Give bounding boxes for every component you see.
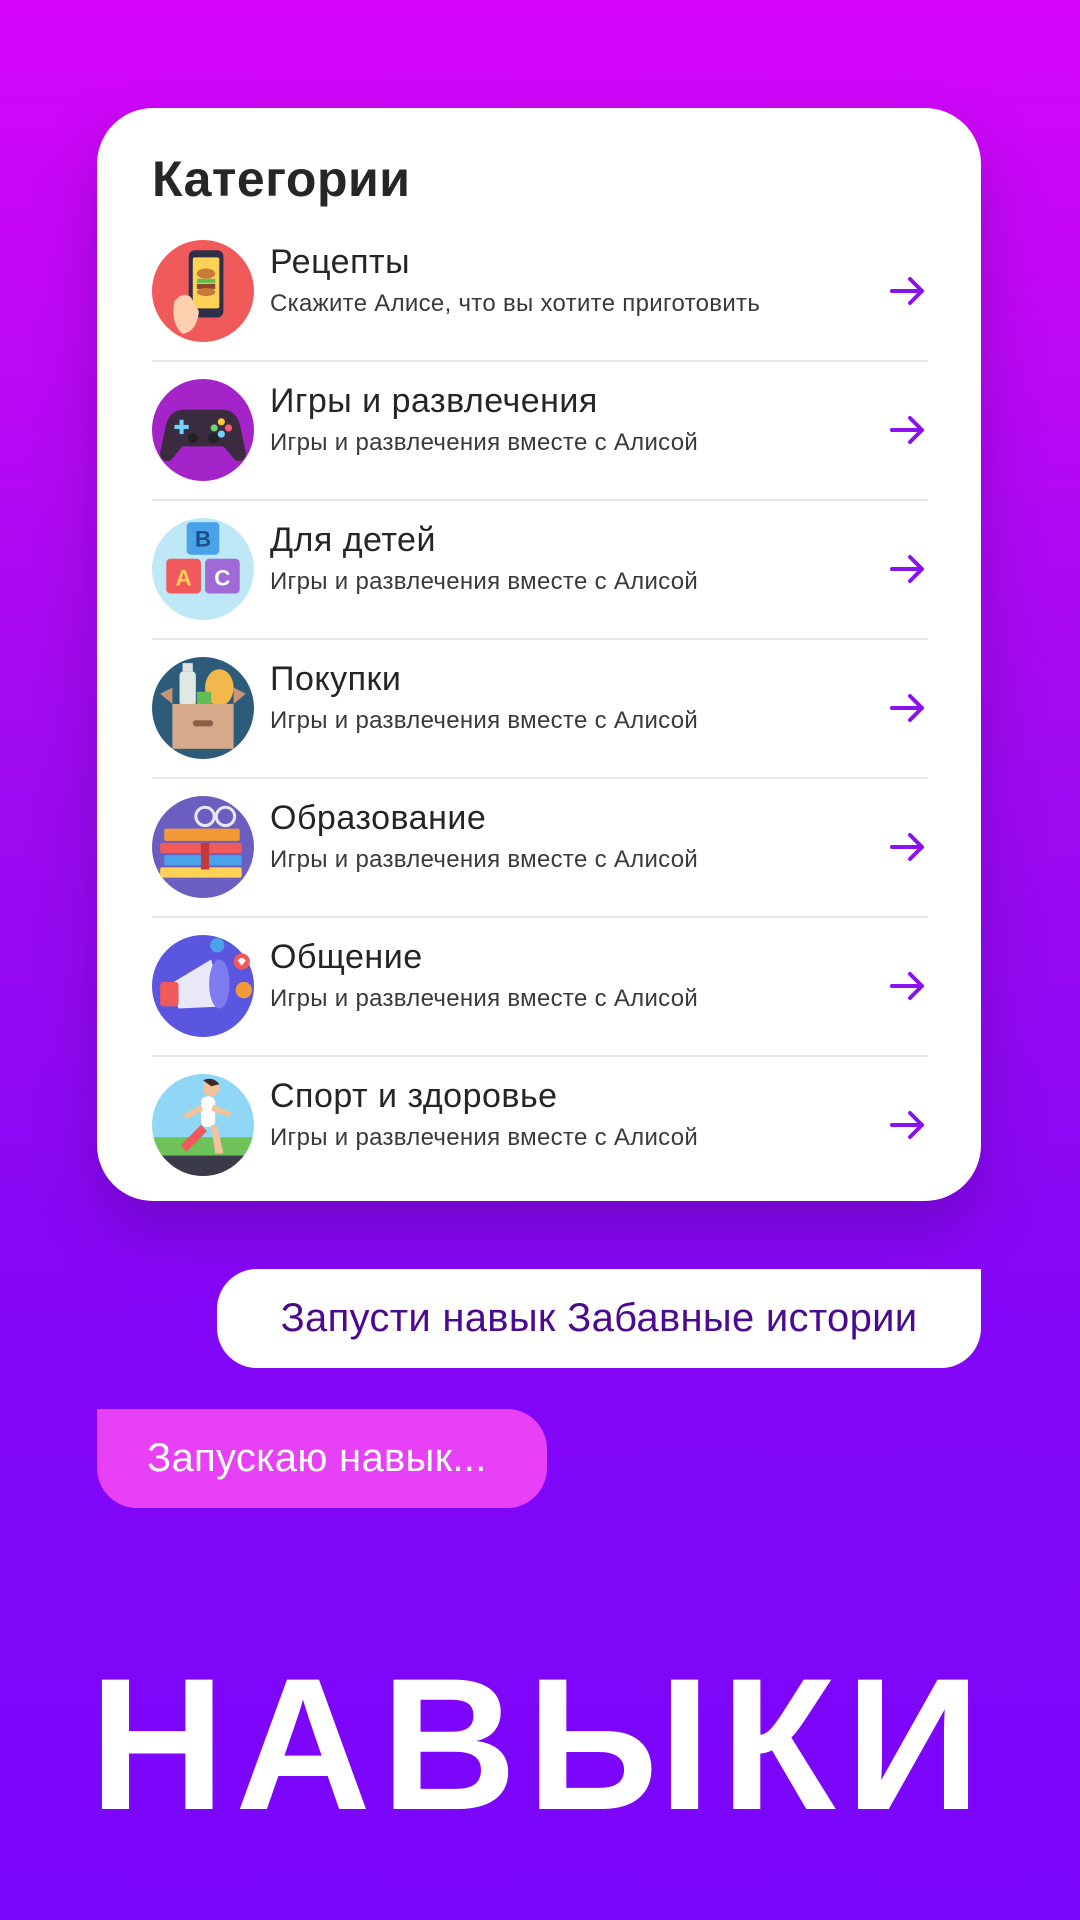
category-title: Рецепты — [270, 243, 411, 281]
arrow-right-icon[interactable] — [888, 966, 928, 1006]
category-item-shopping[interactable]: Покупки Игры и развлечения вместе с Алис… — [152, 640, 928, 779]
category-item-sport[interactable]: Спорт и здоровье Игры и развлечения вмес… — [152, 1057, 928, 1194]
arrow-right-icon[interactable] — [888, 410, 928, 450]
category-item-recipes[interactable]: Рецепты Скажите Алисе, что вы хотите при… — [152, 223, 928, 362]
shopping-box-icon — [152, 657, 254, 759]
categories-title: Категории — [152, 151, 411, 207]
category-title: Покупки — [270, 660, 402, 698]
assistant-reply-bubble: Запускаю навык... — [97, 1409, 547, 1508]
arrow-right-icon[interactable] — [888, 688, 928, 728]
category-item-communication[interactable]: Общение Игры и развлечения вместе с Алис… — [152, 918, 928, 1057]
category-subtitle: Игры и развлечения вместе с Алисой — [270, 568, 699, 595]
svg-text:C: C — [214, 565, 230, 590]
abc-blocks-icon: B A C — [152, 518, 254, 620]
arrow-right-icon[interactable] — [888, 549, 928, 589]
user-message-bubble: Запусти навык Забавные истории — [217, 1269, 981, 1368]
headline-skills: НАВЫКИ — [89, 1639, 991, 1849]
arrow-right-icon[interactable] — [888, 1105, 928, 1145]
categories-list: Рецепты Скажите Алисе, что вы хотите при… — [152, 223, 928, 1194]
category-subtitle: Игры и развлечения вместе с Алисой — [270, 707, 699, 734]
category-subtitle: Игры и развлечения вместе с Алисой — [270, 429, 699, 456]
arrow-right-icon[interactable] — [888, 827, 928, 867]
categories-card: Категории Рецепты Скажите Алисе, что вы … — [97, 108, 981, 1201]
category-item-kids[interactable]: B A C Для детей Игры и развлечения вмест… — [152, 501, 928, 640]
gamepad-icon — [152, 379, 254, 481]
category-title: Спорт и здоровье — [270, 1077, 558, 1115]
books-icon — [152, 796, 254, 898]
category-item-education[interactable]: Образование Игры и развлечения вместе с … — [152, 779, 928, 918]
category-subtitle: Игры и развлечения вместе с Алисой — [270, 985, 699, 1012]
svg-text:A: A — [176, 565, 192, 590]
category-title: Игры и развлечения — [270, 382, 598, 420]
runner-icon — [152, 1074, 254, 1176]
category-subtitle: Игры и развлечения вместе с Алисой — [270, 846, 699, 873]
category-subtitle: Игры и развлечения вместе с Алисой — [270, 1124, 699, 1151]
category-title: Образование — [270, 799, 487, 837]
svg-text:B: B — [195, 527, 211, 552]
megaphone-icon — [152, 935, 254, 1037]
recipes-phone-icon — [152, 240, 254, 342]
arrow-right-icon[interactable] — [888, 271, 928, 311]
category-item-games[interactable]: Игры и развлечения Игры и развлечения вм… — [152, 362, 928, 501]
category-title: Общение — [270, 938, 423, 976]
category-title: Для детей — [270, 521, 436, 559]
category-subtitle: Скажите Алисе, что вы хотите приготовить — [270, 290, 761, 317]
